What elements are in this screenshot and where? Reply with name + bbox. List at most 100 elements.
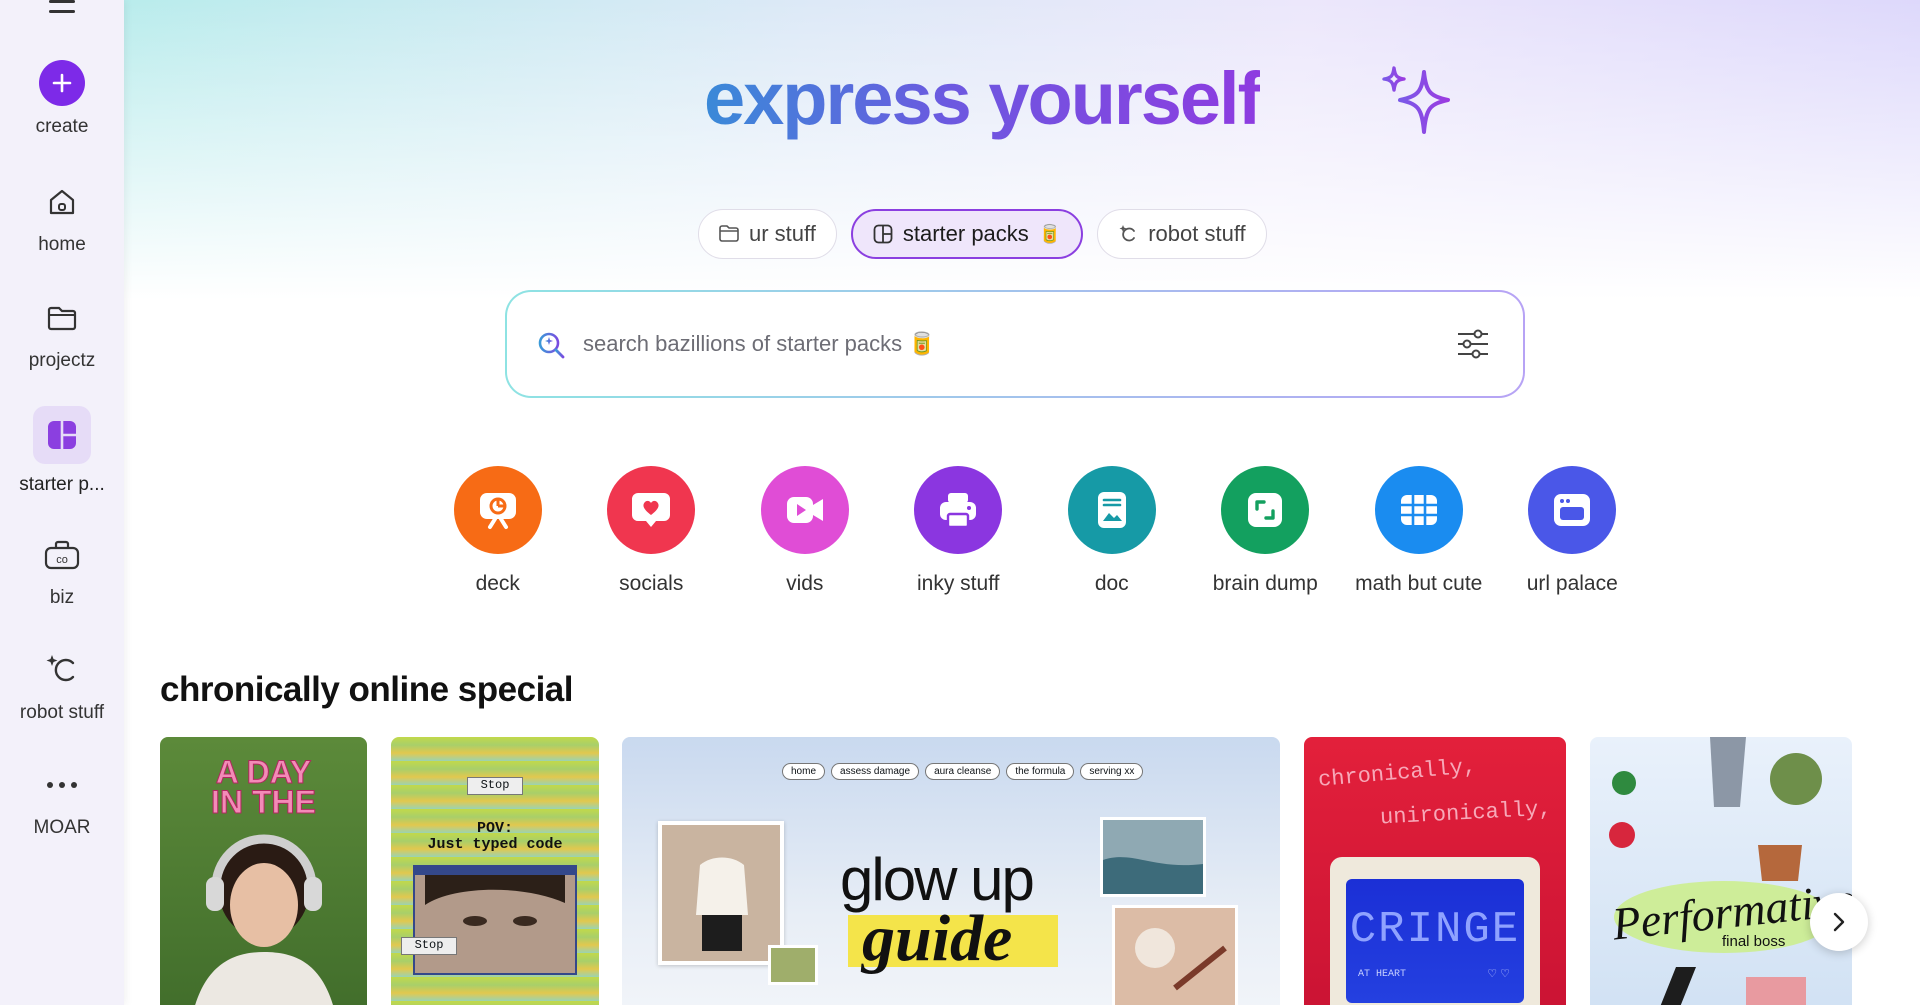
- template-icon: [873, 224, 893, 244]
- category-doc[interactable]: doc: [1035, 466, 1189, 596]
- card-text-line1: chronically,: [1317, 754, 1478, 793]
- outfit-photo: [658, 821, 784, 965]
- coast-photo: [1100, 817, 1206, 897]
- category-row: deck socials vids inky stuff doc brain d…: [421, 466, 1649, 596]
- card-pill: aura cleanse: [925, 763, 1001, 780]
- sidebar-item-label: biz: [49, 587, 75, 608]
- category-vids[interactable]: vids: [728, 466, 882, 596]
- sidebar-item-home[interactable]: home: [0, 180, 124, 256]
- screen-text: CRINGE: [1349, 905, 1521, 955]
- category-label: brain dump: [1212, 572, 1318, 595]
- category-label: url palace: [1526, 572, 1618, 595]
- sidebar-item-moar[interactable]: MOAR: [0, 763, 124, 839]
- starter-packs-icon: [33, 406, 91, 464]
- category-label: doc: [1094, 572, 1129, 595]
- face-photo: [415, 875, 575, 973]
- sidebar-item-label: home: [38, 234, 86, 255]
- category-math-but-cute[interactable]: math but cute: [1342, 466, 1496, 596]
- heart-chat-icon: [607, 466, 696, 554]
- chevron-right-icon: [1833, 912, 1845, 932]
- card-stop-button: Stop: [401, 937, 457, 955]
- category-brain-dump[interactable]: brain dump: [1189, 466, 1343, 596]
- template-card[interactable]: chronically, unironically, CRINGE AT HEA…: [1304, 737, 1566, 1005]
- crt-screen: CRINGE AT HEART ♡ ♡: [1346, 879, 1524, 1003]
- sidebar-item-label: MOAR: [33, 817, 91, 838]
- sidebar-item-robot-stuff[interactable]: robot stuff: [0, 648, 124, 724]
- tab-starter-packs[interactable]: starter packs 🥫: [850, 209, 1084, 259]
- category-socials[interactable]: socials: [575, 466, 729, 596]
- card-caption: POV: Just typed code: [391, 821, 599, 853]
- sidebar-item-label: starter p...: [19, 474, 105, 495]
- template-card[interactable]: home assess damage aura cleanse the form…: [622, 737, 1280, 1005]
- category-label: socials: [619, 572, 684, 595]
- whiteboard-icon: [1221, 466, 1310, 554]
- field-photo: [768, 945, 818, 985]
- more-icon: [40, 763, 84, 807]
- briefcase-icon: co: [40, 533, 84, 577]
- sidebar-item-create[interactable]: create: [0, 60, 124, 138]
- folder-icon: [719, 225, 739, 242]
- tab-label: robot stuff: [1148, 221, 1246, 246]
- website-icon: [1528, 466, 1617, 554]
- sidebar-item-projectz[interactable]: projectz: [0, 296, 124, 372]
- category-label: vids: [786, 572, 824, 595]
- can-emoji: 🥫: [1038, 223, 1062, 244]
- category-label: inky stuff: [917, 572, 1000, 595]
- filter-icon: [1458, 329, 1488, 359]
- makeup-photo: [1112, 905, 1238, 1005]
- sidebar-item-starter-packs[interactable]: starter p...: [0, 406, 124, 496]
- category-deck[interactable]: deck: [421, 466, 575, 596]
- collage-art: [1609, 737, 1834, 1005]
- sidebar-item-biz[interactable]: co biz: [0, 533, 124, 609]
- section-title: chronically online special: [160, 670, 573, 709]
- document-icon: [1067, 466, 1156, 554]
- presentation-icon: [453, 466, 542, 554]
- card-headline-line1: A DAY: [215, 754, 312, 790]
- card-pill: assess damage: [831, 763, 920, 780]
- magic-icon: [1119, 225, 1136, 242]
- template-card[interactable]: A DAY IN THE: [160, 737, 367, 1005]
- card-pill: home: [782, 763, 826, 780]
- tab-ur-stuff[interactable]: ur stuff: [698, 209, 837, 259]
- search-bar: [505, 290, 1525, 398]
- home-icon: [40, 180, 84, 224]
- sidebar: create home projectz starter p... co biz…: [0, 0, 124, 1005]
- menu-icon[interactable]: [49, 0, 75, 24]
- sidebar-item-label: projectz: [28, 350, 96, 371]
- plus-icon: [39, 60, 85, 106]
- filter-button[interactable]: [1451, 322, 1495, 366]
- folder-icon: [40, 296, 84, 340]
- card-window-titlebar: [415, 867, 575, 875]
- person-photo: [195, 834, 333, 1005]
- card-headline-line2: IN THE: [211, 784, 317, 820]
- crt-monitor: CRINGE AT HEART ♡ ♡: [1330, 857, 1540, 1005]
- magic-search-icon: [538, 332, 565, 359]
- sidebar-item-label: create: [35, 116, 89, 137]
- template-card[interactable]: Performative final boss: [1590, 737, 1852, 1005]
- content-tabs: ur stuff starter packs 🥫 robot stuff: [698, 209, 1267, 259]
- tab-label: ur stuff: [749, 221, 816, 246]
- sidebar-item-label: robot stuff: [19, 702, 105, 723]
- svg-text:co: co: [56, 554, 68, 566]
- tab-robot-stuff[interactable]: robot stuff: [1097, 209, 1267, 259]
- card-title-line2: guide: [862, 902, 1013, 975]
- sparkle-icon: [1382, 66, 1450, 134]
- main-content: express yourself ur stuff starter packs …: [124, 0, 1920, 1005]
- card-pill: the formula: [1006, 763, 1075, 780]
- template-card[interactable]: Stop POV: Just typed code Stop: [391, 737, 599, 1005]
- card-caption-line1: POV:: [476, 820, 513, 837]
- card-text-line2: unironically,: [1379, 796, 1553, 831]
- category-label: deck: [475, 572, 520, 595]
- printer-icon: [914, 466, 1003, 554]
- page-title: express yourself: [704, 57, 1262, 140]
- carousel-next-button[interactable]: [1810, 893, 1868, 951]
- category-url-palace[interactable]: url palace: [1496, 466, 1650, 596]
- card-stop-button: Stop: [467, 777, 523, 795]
- card-caption-line2: Just typed code: [427, 836, 563, 853]
- magic-icon: [40, 648, 84, 692]
- search-input[interactable]: [583, 331, 1451, 357]
- category-inky-stuff[interactable]: inky stuff: [882, 466, 1036, 596]
- card-subtext: final boss: [1722, 933, 1786, 950]
- card-pill-row: home assess damage aura cleanse the form…: [782, 763, 1144, 780]
- heart-icon: ♡ ♡: [1487, 968, 1510, 980]
